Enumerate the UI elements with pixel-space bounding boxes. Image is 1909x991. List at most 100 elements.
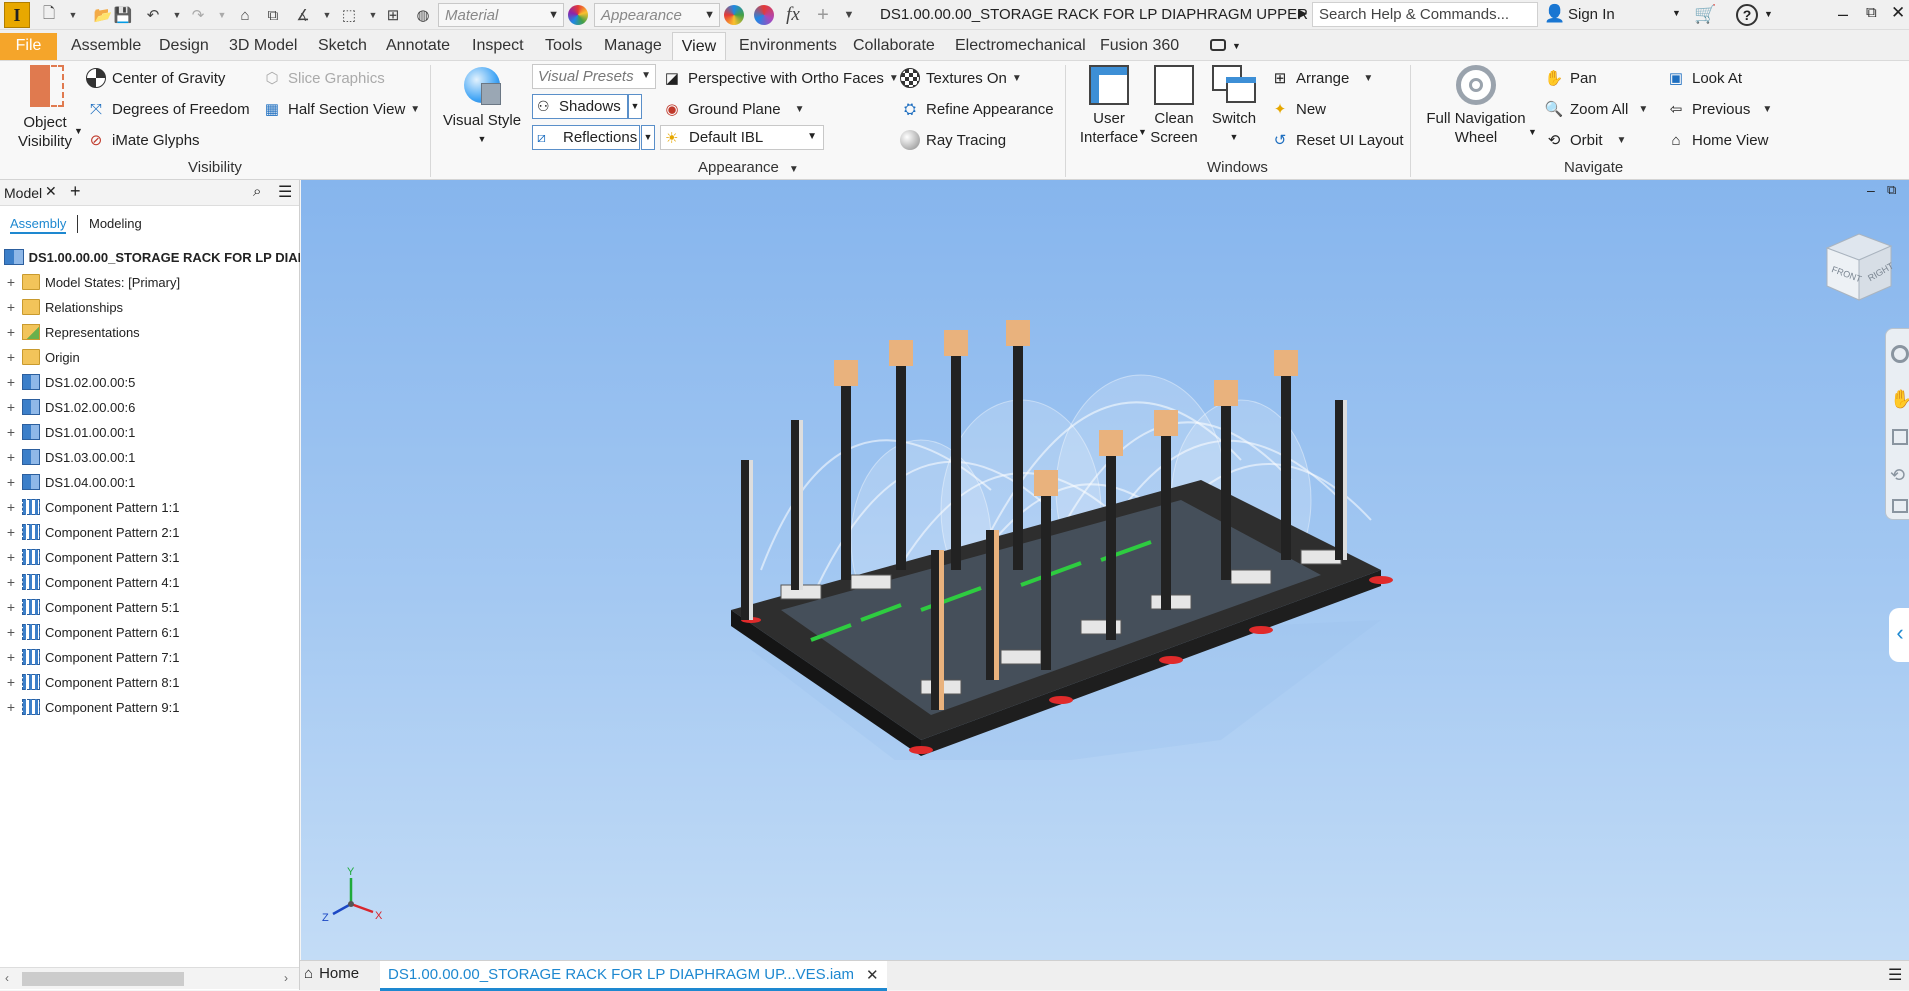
material-combo[interactable]: Material ▼ xyxy=(438,3,564,27)
degrees-of-freedom-button[interactable]: ⤧ Degrees of Freedom xyxy=(86,99,250,119)
visual-style-button[interactable]: Visual Style ▼ xyxy=(440,65,524,149)
dropdown-icon[interactable]: ▼ xyxy=(62,4,84,26)
nav-look-at-icon[interactable] xyxy=(1892,499,1908,513)
object-visibility-button[interactable]: Object Visibility xyxy=(12,65,78,151)
tree-item[interactable]: + DS1.01.00.00:1 xyxy=(0,420,300,444)
hamburger-menu-icon[interactable]: ☰ xyxy=(278,182,292,202)
expand-icon[interactable]: + xyxy=(4,524,18,540)
tree-item[interactable]: + Component Pattern 2:1 xyxy=(0,520,300,544)
reflections-dropdown-button[interactable]: ▼ xyxy=(641,125,655,150)
tab-environments[interactable]: Environments xyxy=(739,37,837,55)
nav-wheel-icon[interactable] xyxy=(1891,345,1909,363)
shadows-button[interactable]: ⚇ Shadows xyxy=(532,94,628,119)
expand-icon[interactable]: + xyxy=(4,649,18,665)
active-doc-tab[interactable]: DS1.00.00.00_STORAGE RACK FOR LP DIAPHRA… xyxy=(380,961,887,991)
open-icon[interactable]: 📂 xyxy=(92,4,114,26)
tab-tools[interactable]: Tools xyxy=(545,37,582,55)
tree-item[interactable]: + Component Pattern 6:1 xyxy=(0,620,300,644)
look-at-button[interactable]: ▣ Look At xyxy=(1666,68,1742,88)
tab-list-menu-icon[interactable]: ☰ xyxy=(1888,965,1902,985)
expand-icon[interactable]: + xyxy=(4,399,18,415)
tree-item[interactable]: + DS1.03.00.00:1 xyxy=(0,445,300,469)
adjust-appearance-icon[interactable] xyxy=(724,5,744,25)
browser-tab-model[interactable]: Model xyxy=(4,185,42,201)
new-window-button[interactable]: ✦ New xyxy=(1270,99,1326,119)
ibl-combo[interactable]: ☀ Default IBL ▼ xyxy=(660,125,824,150)
tab-view[interactable]: View xyxy=(672,32,726,61)
browser-tab-modeling[interactable]: Modeling xyxy=(89,216,142,231)
pan-button[interactable]: ✋ Pan xyxy=(1544,68,1597,88)
tree-item[interactable]: + Relationships xyxy=(0,295,300,319)
browser-tab-assembly[interactable]: Assembly xyxy=(10,216,67,234)
expand-icon[interactable]: + xyxy=(4,424,18,440)
add-browser-icon[interactable]: + xyxy=(70,181,81,202)
ribbon-display-dropdown-icon[interactable]: ▼ xyxy=(1232,41,1241,51)
parameters-icon[interactable]: ⊞ xyxy=(382,4,404,26)
tree-root[interactable]: DS1.00.00.00_STORAGE RACK FOR LP DIAP xyxy=(0,245,300,269)
tree-item[interactable]: + Component Pattern 7:1 xyxy=(0,645,300,669)
expand-icon[interactable]: + xyxy=(4,699,18,715)
expand-icon[interactable]: + xyxy=(4,674,18,690)
storage-rack-model[interactable] xyxy=(721,320,1441,760)
tab-fusion-360[interactable]: Fusion 360 xyxy=(1100,37,1179,55)
expand-icon[interactable]: + xyxy=(4,449,18,465)
appearance-combo[interactable]: Appearance ▼ xyxy=(594,3,720,27)
home-view-button[interactable]: ⌂ Home View xyxy=(1666,130,1768,150)
full-navigation-wheel-button[interactable]: Full Navigation Wheel xyxy=(1420,65,1532,147)
tree-item[interactable]: + Component Pattern 4:1 xyxy=(0,570,300,594)
tab-collaborate[interactable]: Collaborate xyxy=(853,37,935,55)
minimize-icon[interactable]: – xyxy=(1838,4,1848,25)
tab-3d-model[interactable]: 3D Model xyxy=(229,37,297,55)
appearance-ball-icon[interactable] xyxy=(568,5,588,25)
fx-icon[interactable]: fx xyxy=(782,4,804,26)
undo-icon[interactable]: ↶ xyxy=(142,4,164,26)
close-browser-icon[interactable]: ✕ xyxy=(45,183,57,200)
viewport-restore-icon[interactable]: ⧉ xyxy=(1887,182,1896,198)
tree-item[interactable]: + Component Pattern 8:1 xyxy=(0,670,300,694)
measure-icon[interactable]: ∡ xyxy=(292,4,314,26)
chevron-right-icon[interactable]: ▶ xyxy=(1298,6,1307,20)
scroll-left-icon[interactable]: ‹ xyxy=(5,971,9,985)
center-of-gravity-button[interactable]: Center of Gravity xyxy=(86,68,225,88)
scroll-right-icon[interactable]: › xyxy=(284,971,288,985)
half-section-view-button[interactable]: ▦ Half Section View ▼ xyxy=(262,99,420,119)
expand-icon[interactable]: + xyxy=(4,324,18,340)
save-icon[interactable]: 💾 xyxy=(112,4,134,26)
expand-icon[interactable]: + xyxy=(4,624,18,640)
tree-item[interactable]: + Component Pattern 5:1 xyxy=(0,595,300,619)
redo-icon[interactable]: ↷ xyxy=(187,4,209,26)
perspective-button[interactable]: ◪ Perspective with Ortho Faces ▼ xyxy=(662,68,899,88)
reflections-button[interactable]: ⧄ Reflections xyxy=(532,125,640,150)
tree-item[interactable]: + Component Pattern 9:1 xyxy=(0,695,300,719)
select-icon[interactable]: ⬚ xyxy=(338,4,360,26)
customize-icon[interactable]: ▼ xyxy=(838,4,860,26)
nav-pan-icon[interactable]: ✋ xyxy=(1890,389,1909,410)
tab-inspect[interactable]: Inspect xyxy=(472,37,524,55)
switch-button[interactable]: Switch ▼ xyxy=(1204,65,1264,147)
slice-graphics-button[interactable]: ⬡ Slice Graphics xyxy=(262,68,384,88)
tree-item[interactable]: + Model States: [Primary] xyxy=(0,270,300,294)
zoom-all-button[interactable]: 🔍 Zoom All ▼ xyxy=(1544,99,1649,119)
new-icon[interactable]: 🗋 xyxy=(38,4,60,26)
tab-design[interactable]: Design xyxy=(159,37,209,55)
expand-icon[interactable]: + xyxy=(4,274,18,290)
select-dropdown-icon[interactable]: ▼ xyxy=(362,4,384,26)
cart-icon[interactable]: 🛒 xyxy=(1694,4,1716,25)
refine-appearance-button[interactable]: ⛭ Refine Appearance xyxy=(900,99,1054,119)
tab-annotate[interactable]: Annotate xyxy=(386,37,450,55)
sign-in-link[interactable]: Sign In xyxy=(1568,6,1615,23)
clean-screen-button[interactable]: Clean Screen xyxy=(1144,65,1204,147)
copy-icon[interactable]: ⧉ xyxy=(262,4,284,26)
home-doc-tab[interactable]: ⌂ Home xyxy=(304,965,359,982)
close-icon[interactable]: ✕ xyxy=(1891,3,1905,23)
orbit-button[interactable]: ⟲ Orbit ▼ xyxy=(1544,130,1627,150)
tree-item[interactable]: + Origin xyxy=(0,345,300,369)
expand-icon[interactable]: + xyxy=(4,474,18,490)
imate-glyphs-button[interactable]: ⊘ iMate Glyphs xyxy=(86,130,200,150)
undo-dropdown-icon[interactable]: ▼ xyxy=(166,4,188,26)
tree-item[interactable]: + DS1.02.00.00:6 xyxy=(0,395,300,419)
tab-manage[interactable]: Manage xyxy=(604,37,662,55)
tree-item[interactable]: + DS1.02.00.00:5 xyxy=(0,370,300,394)
appearance-panel-label[interactable]: Appearance ▼ xyxy=(698,159,799,176)
expand-icon[interactable]: + xyxy=(4,574,18,590)
